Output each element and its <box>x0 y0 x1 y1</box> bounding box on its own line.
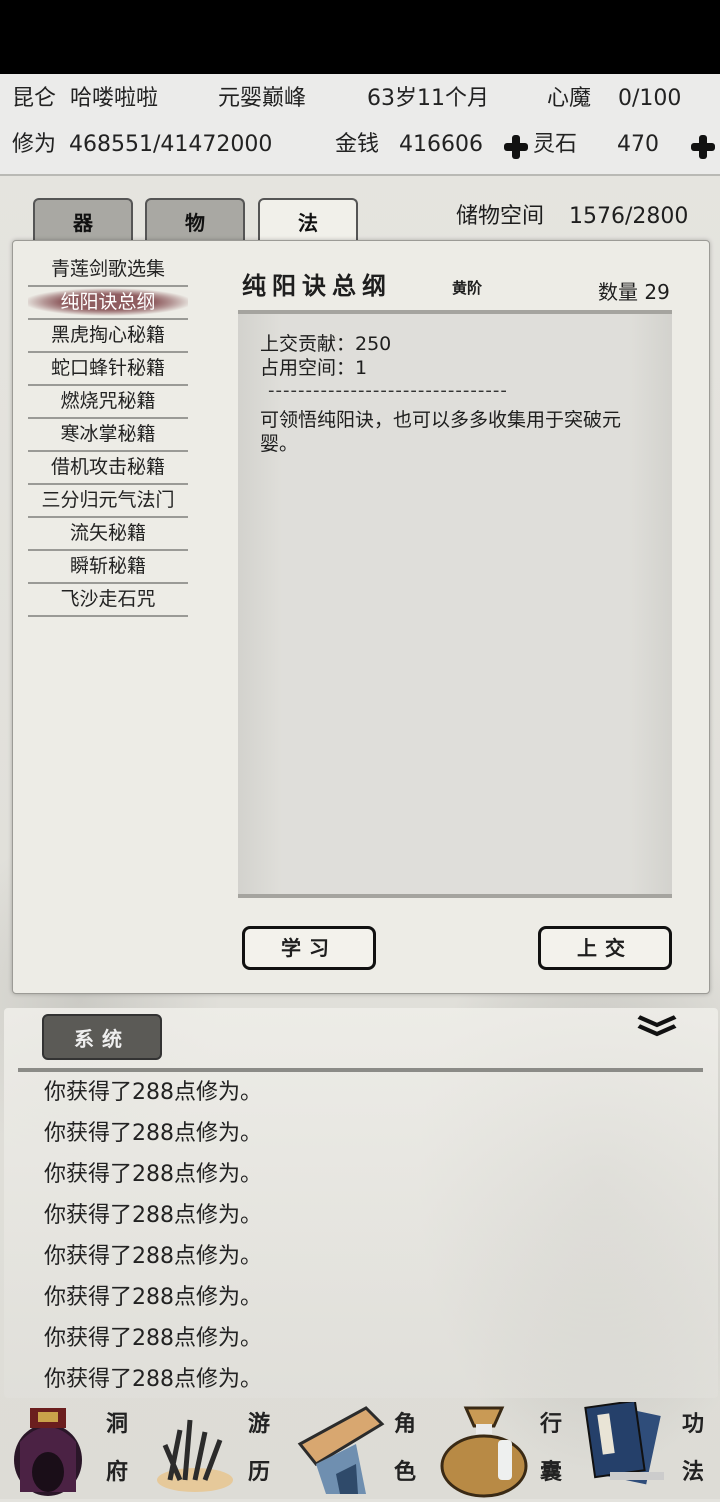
tab-system-log[interactable]: 系统 <box>42 1014 162 1060</box>
item-grade: 黄阶 <box>452 279 483 297</box>
list-item[interactable]: 借机攻击秘籍 <box>28 451 188 485</box>
list-item[interactable]: 蛇口蜂针秘籍 <box>28 352 188 386</box>
xiuwei-value: 468551/41472000 <box>69 132 273 157</box>
submit-button[interactable]: 上交 <box>538 926 672 970</box>
nav-travel-label-1[interactable]: 游 <box>248 1412 270 1436</box>
quantity-value: 29 <box>644 280 670 304</box>
money-label: 金钱 <box>335 132 380 157</box>
description-divider: -------------------------------- <box>268 380 508 401</box>
log-line: 你获得了288点修为。 <box>44 1367 262 1392</box>
character-hat-icon[interactable] <box>296 1404 388 1500</box>
item-description: 可领悟纯阳诀，也可以多多收集用于突破元婴。 <box>260 409 622 455</box>
sect-name: 昆仑 <box>12 86 57 111</box>
log-line: 你获得了288点修为。 <box>44 1203 262 1228</box>
nav-cave-label-1[interactable]: 洞 <box>106 1412 128 1436</box>
nav-techniques-label-1[interactable]: 功 <box>682 1412 704 1436</box>
list-item[interactable]: 纯阳诀总纲 <box>28 286 188 320</box>
add-lingshi-plus-icon[interactable] <box>690 134 716 160</box>
log-line: 你获得了288点修为。 <box>44 1121 262 1146</box>
age-text: 63岁11个月 <box>367 86 489 111</box>
lingshi-label: 灵石 <box>533 132 578 157</box>
list-item[interactable]: 瞬斩秘籍 <box>28 550 188 584</box>
quantity-label: 数量 <box>598 280 638 304</box>
log-line: 你获得了288点修为。 <box>44 1244 262 1269</box>
bottom-nav: 洞 府 游 历 角 色 行 囊 功 法 <box>0 1399 720 1502</box>
collapse-log-chevron-icon[interactable] <box>635 1014 679 1044</box>
list-item[interactable]: 流矢秘籍 <box>28 517 188 551</box>
storage-capacity: 储物空间 1576/2800 <box>456 198 688 230</box>
xinmo-value: 0/100 <box>618 86 682 111</box>
player-info-panel: 昆仑 哈喽啦啦 元婴巅峰 63岁11个月 心魔 0/100 修为 468551/… <box>0 74 720 176</box>
nav-travel-label-2[interactable]: 历 <box>248 1460 270 1484</box>
list-item[interactable]: 燃烧咒秘籍 <box>28 385 188 419</box>
storage-value: 1576/2800 <box>569 204 689 229</box>
nav-techniques-label-2[interactable]: 法 <box>682 1460 704 1484</box>
log-line: 你获得了288点修为。 <box>44 1285 262 1310</box>
list-item[interactable]: 寒冰掌秘籍 <box>28 418 188 452</box>
list-item[interactable]: 黑虎掏心秘籍 <box>28 319 188 353</box>
nav-character-label-2[interactable]: 色 <box>394 1460 416 1484</box>
xinmo-label: 心魔 <box>547 86 592 111</box>
contribution-text: 上交贡献：250 <box>260 333 392 355</box>
tab-techniques[interactable]: 法 <box>258 198 358 240</box>
xiuwei-label: 修为 <box>12 132 57 157</box>
grass-travel-icon[interactable] <box>150 1410 240 1500</box>
log-line: 你获得了288点修为。 <box>44 1326 262 1351</box>
log-line: 你获得了288点修为。 <box>44 1080 262 1105</box>
add-money-plus-icon[interactable] <box>503 134 529 160</box>
nav-character-label-1[interactable]: 角 <box>394 1412 416 1436</box>
system-status-bar <box>0 0 720 74</box>
double-chevron-down-icon <box>637 1015 677 1037</box>
money-value: 416606 <box>399 132 483 157</box>
tab-equipment[interactable]: 器 <box>33 198 133 240</box>
learn-button[interactable]: 学习 <box>242 926 376 970</box>
player-name: 哈喽啦啦 <box>70 86 159 111</box>
list-item[interactable]: 飞沙走石咒 <box>28 583 188 617</box>
lingshi-value: 470 <box>617 132 659 157</box>
log-divider <box>18 1068 703 1072</box>
space-text: 占用空间：1 <box>260 357 368 379</box>
list-item[interactable]: 青莲剑歌选集 <box>28 253 188 287</box>
books-icon[interactable] <box>580 1399 676 1502</box>
nav-bag-label-1[interactable]: 行 <box>540 1412 562 1436</box>
list-item[interactable]: 三分归元气法门 <box>28 484 188 518</box>
cave-dwelling-icon[interactable] <box>2 1402 94 1502</box>
nav-cave-label-2[interactable]: 府 <box>106 1460 128 1484</box>
item-quantity: 数量 29 <box>598 276 670 305</box>
realm-text: 元婴巅峰 <box>218 86 307 111</box>
nav-bag-label-2[interactable]: 囊 <box>540 1460 562 1484</box>
storage-label: 储物空间 <box>456 204 545 229</box>
item-title: 纯阳诀总纲 <box>242 271 392 300</box>
log-line: 你获得了288点修为。 <box>44 1162 262 1187</box>
tab-items[interactable]: 物 <box>145 198 245 240</box>
bag-icon[interactable] <box>436 1400 532 1502</box>
